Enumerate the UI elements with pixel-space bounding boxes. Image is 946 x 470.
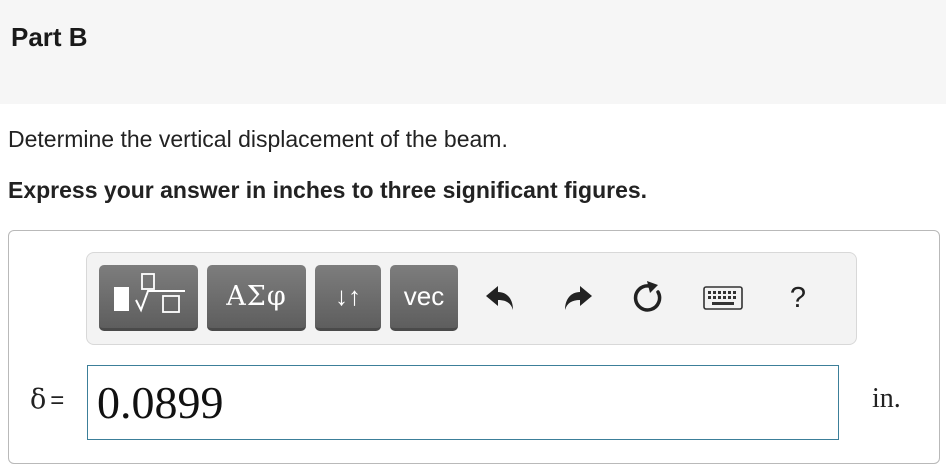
units-label: in. bbox=[872, 383, 901, 414]
instruction-text: Express your answer in inches to three s… bbox=[8, 177, 648, 203]
keyboard-icon[interactable] bbox=[700, 276, 746, 320]
templates-button[interactable] bbox=[99, 265, 198, 331]
part-header bbox=[0, 0, 946, 104]
variable-symbol: δ bbox=[30, 384, 47, 415]
undo-icon[interactable] bbox=[479, 276, 523, 320]
subscript-superscript-button[interactable]: ↓↑ bbox=[315, 265, 381, 331]
question-text: Determine the vertical displacement of t… bbox=[8, 126, 508, 152]
greek-symbols-button[interactable]: ΑΣφ bbox=[207, 265, 306, 331]
variable-label: δ = bbox=[30, 384, 64, 415]
answer-input[interactable]: 0.0899 bbox=[87, 365, 839, 440]
templates-icon bbox=[111, 272, 187, 321]
reset-icon[interactable] bbox=[626, 276, 670, 320]
vector-button[interactable]: vec bbox=[390, 265, 458, 331]
answer-value: 0.0899 bbox=[97, 377, 224, 428]
redo-icon[interactable] bbox=[555, 276, 599, 320]
equals-sign: = bbox=[50, 387, 65, 414]
help-icon[interactable]: ? bbox=[776, 276, 820, 320]
part-title: Part B bbox=[11, 22, 88, 52]
